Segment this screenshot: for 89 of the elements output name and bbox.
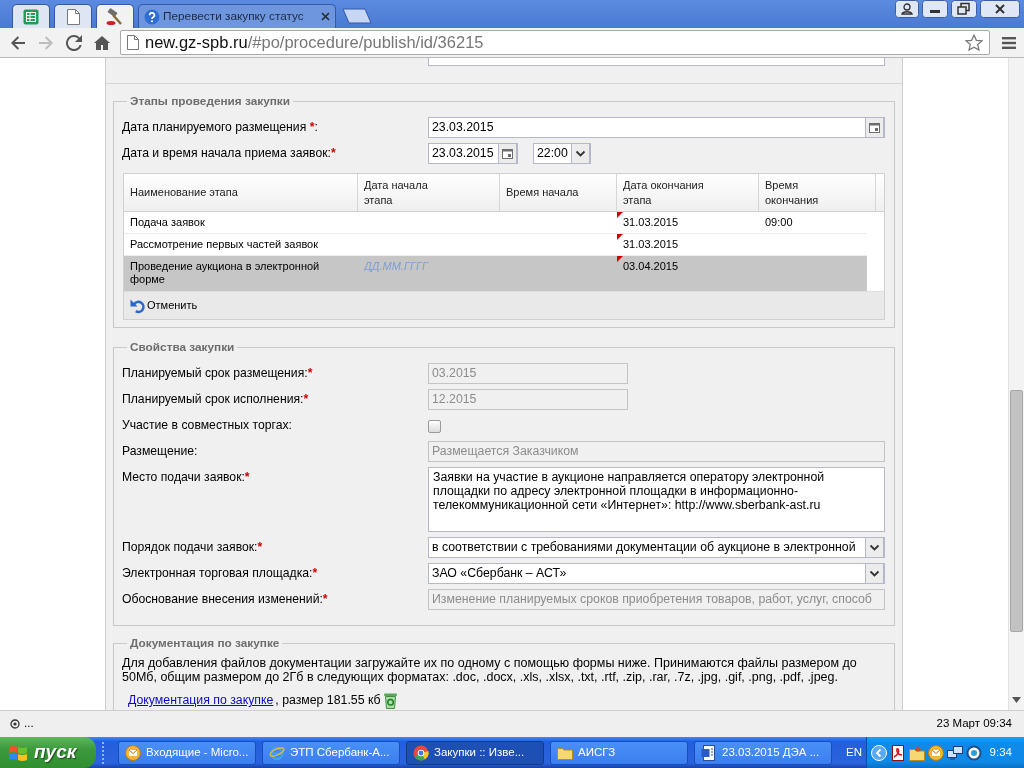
column-header[interactable]: Время начала (500, 174, 617, 211)
table-cell-text: 03.04.2015 (622, 259, 680, 274)
document-link[interactable]: Документация по закупке (128, 693, 274, 708)
date-field[interactable]: 23.03.2015 (428, 117, 885, 138)
field-label: Порядок подачи заявок:* (122, 539, 264, 556)
star-icon[interactable] (965, 33, 983, 52)
table-row[interactable]: Подача заявок 31.03.2015 09:00 (124, 212, 867, 234)
flag-icon (8, 743, 28, 762)
start-button[interactable]: пуск (0, 737, 96, 768)
field-label: Размещение: (122, 443, 199, 460)
undo-icon (130, 297, 146, 314)
restore-icon[interactable] (951, 0, 977, 18)
taskbar-button[interactable]: Входящие - Micro... (118, 740, 256, 765)
section-title: Свойства закупки (129, 340, 236, 354)
table-cell-text: 31.03.2015 (622, 215, 680, 230)
planet-icon (269, 744, 285, 761)
new-tab-icon[interactable] (342, 8, 372, 24)
language-indicator[interactable]: EN (846, 743, 862, 762)
document-icon[interactable] (890, 744, 906, 761)
help-icon (144, 8, 160, 25)
date-field[interactable]: 23.03.2015 (428, 143, 518, 164)
field-label: Обоснование внесения изменений:* (122, 591, 329, 608)
column-header[interactable]: Дата начала этапа (358, 174, 500, 211)
text-area-field[interactable]: Заявки на участие в аукционе направляется оператору электронной площадки по адресу электронной площадки в информационно-телекоммуникационной сети «Интернет»: http://www.sberbank-ast.ru (428, 467, 885, 532)
section-title: Документация по закупке (129, 636, 281, 650)
chevron-down-icon[interactable] (865, 564, 884, 583)
input-field[interactable] (428, 58, 885, 66)
calendar-icon[interactable] (498, 144, 517, 163)
file-size-text: , размер 181.55 кб (275, 693, 381, 708)
table-cell-text: Рассмотрение первых частей заявок (129, 237, 320, 252)
column-header[interactable]: Наименование этапа (124, 174, 358, 211)
description-text: Для добавления файлов документации загружайте их по одному с помощью формы ниже. Принимаются файлы размером до 50Мб, общим размером до 2Гб в следующих форматах: .doc, .docx, .xls, .xlsx, .txt, .rtf, .zip, .rar, .7z, .jpg, .gif, .png, .pdf, .jpeg. (122, 656, 858, 684)
user-icon[interactable] (895, 0, 919, 18)
envelope-icon (125, 744, 141, 761)
table-row[interactable]: Рассмотрение первых частей заявок 31.03.2015 (124, 234, 867, 256)
home-icon[interactable] (94, 34, 110, 51)
browser-tab[interactable] (96, 4, 134, 28)
menu-icon[interactable] (1002, 35, 1016, 50)
spreadsheet-icon (23, 8, 39, 25)
ring-icon[interactable] (966, 744, 982, 761)
address-bar[interactable]: new.gz-spb.ru/#po/procedure/publish/id/36215 (120, 30, 990, 55)
time-dropdown[interactable]: 22:00 (533, 143, 591, 164)
minimize-icon[interactable] (922, 0, 948, 18)
table-cell-text: 09:00 (764, 215, 794, 230)
browser-tab[interactable]: Перевести закупку статус (138, 4, 336, 28)
field-label: Дата планируемого размещения *: (122, 119, 319, 136)
column-header[interactable]: Время окончания (759, 174, 876, 211)
chevron-down-icon[interactable] (571, 144, 590, 163)
column-header[interactable]: Дата окончания этапа (617, 174, 759, 211)
field-label: Участие в совместных торгах: (122, 417, 293, 434)
field-label: Дата и время начала приема заявок:* (122, 145, 337, 162)
chevron-left-icon[interactable] (871, 744, 887, 761)
cancel-button[interactable]: Отменить (127, 295, 201, 316)
trash-icon[interactable] (382, 692, 398, 709)
section-title: Этапы проведения закупки (129, 94, 291, 108)
browser-tab[interactable] (12, 4, 50, 28)
scrollbar-thumb[interactable] (1010, 390, 1023, 632)
table-cell-text: 31.03.2015 (622, 237, 680, 252)
chevron-down-icon[interactable] (865, 538, 884, 557)
field-label: Планируемый срок размещения:* (122, 365, 314, 382)
folder-icon (557, 745, 573, 760)
page-icon (127, 35, 139, 50)
dropdown-field[interactable]: ЗАО «Сбербанк – АСТ» (428, 563, 885, 584)
dropdown-field[interactable]: в соответствии с требованиями документации об аукционе в электронной (428, 537, 885, 558)
field-label: Электронная торговая площадка:* (122, 565, 319, 582)
table-cell-text: Проведение аукциона в электронной форме (129, 259, 321, 287)
reload-icon[interactable] (66, 34, 82, 51)
field-label: Место подачи заявок:* (122, 469, 251, 486)
envelope-icon[interactable] (928, 744, 944, 761)
browser-tab[interactable] (54, 4, 92, 28)
calendar-icon[interactable] (865, 118, 884, 137)
close-icon[interactable] (980, 0, 1020, 18)
arrow-down-icon[interactable] (1012, 697, 1021, 703)
color-wheel-icon (413, 744, 429, 761)
field-label: Планируемый срок исполнения:* (122, 391, 310, 408)
ring-icon (10, 719, 20, 729)
table-cell-text: Подача заявок (129, 215, 206, 230)
hammer-icon (106, 7, 124, 26)
monitor-icon[interactable] (947, 744, 963, 761)
date-time-text: 23 Март 09:34 (936, 716, 1012, 732)
taskbar-button[interactable]: Закупки :: Изве... (406, 740, 544, 765)
checkbox[interactable] (428, 420, 441, 433)
clock-text: 9:34 (989, 744, 1012, 760)
status-text: ... (24, 716, 34, 732)
taskbar-button[interactable]: ЭТП Сбербанк-А... (262, 740, 400, 765)
close-icon[interactable] (321, 12, 330, 21)
document-icon (701, 744, 717, 761)
page-icon (66, 8, 80, 25)
arrow-left-icon[interactable] (10, 34, 26, 51)
